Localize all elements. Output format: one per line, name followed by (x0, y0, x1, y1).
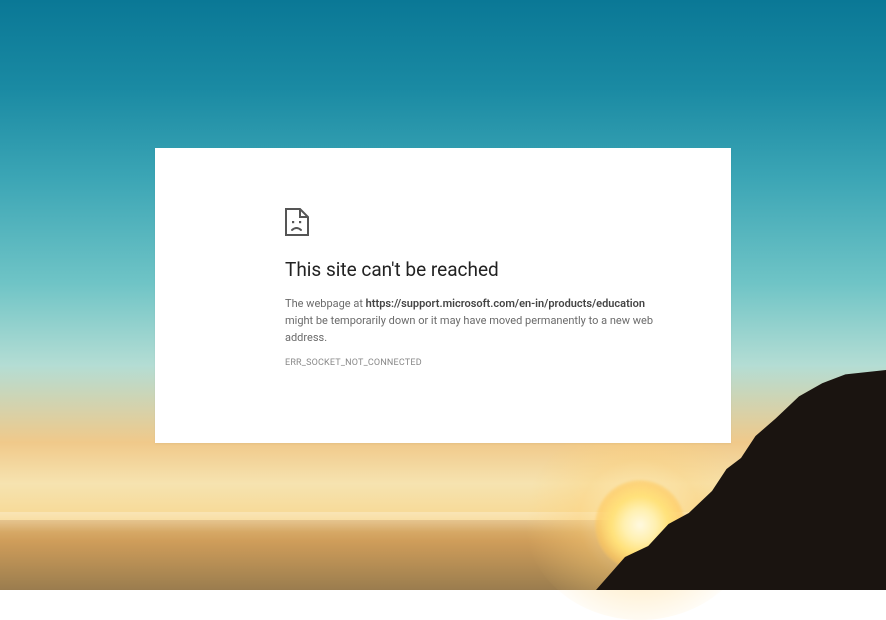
error-url: https://support.microsoft.com/en-in/prod… (366, 297, 645, 310)
error-code: ERR_SOCKET_NOT_CONNECTED (285, 358, 731, 368)
error-message-suffix: might be temporarily down or it may have… (285, 314, 653, 344)
error-message: The webpage at https://support.microsoft… (285, 295, 655, 346)
error-page-card: This site can't be reached The webpage a… (155, 148, 731, 443)
sad-page-icon (285, 208, 731, 240)
error-heading: This site can't be reached (285, 258, 731, 281)
error-message-prefix: The webpage at (285, 297, 366, 310)
